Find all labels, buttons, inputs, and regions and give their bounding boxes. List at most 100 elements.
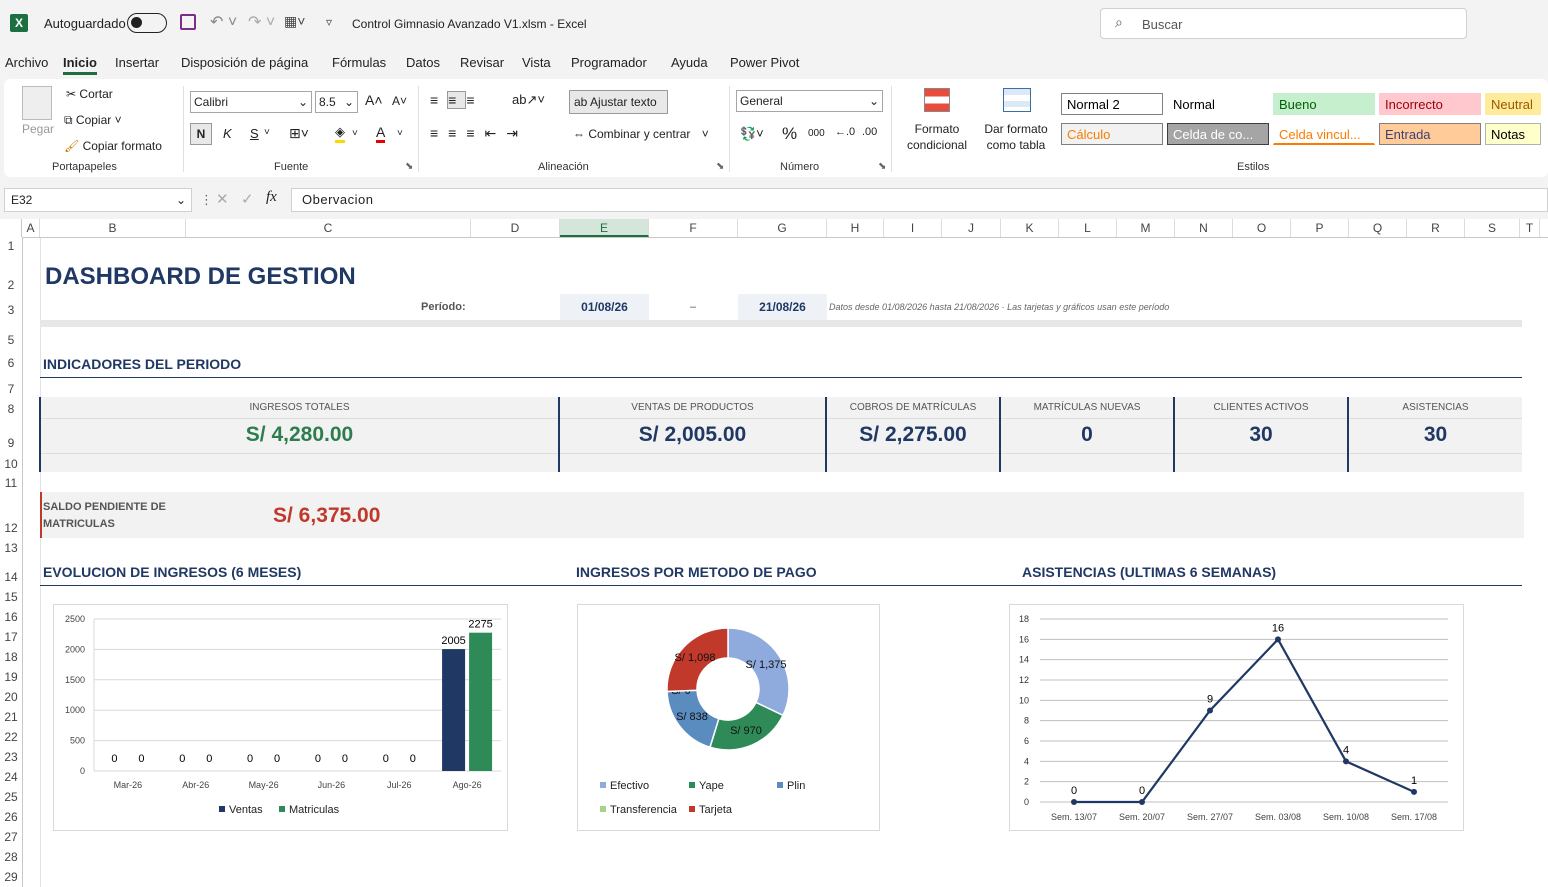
customize-qat-icon[interactable]: ▿ [326, 15, 332, 29]
name-box[interactable]: E32 ⌄ [4, 188, 192, 212]
column-header-S[interactable]: S [1465, 219, 1520, 237]
line-point-1[interactable] [1139, 799, 1145, 805]
row-header-25[interactable]: 25 [0, 790, 22, 804]
row-header-16[interactable]: 16 [0, 610, 22, 624]
merge-center-button[interactable]: ⇔ Combinar y centrar ˅ [573, 127, 709, 141]
bar-ventas-5[interactable] [442, 649, 466, 771]
decrease-decimal-icon[interactable]: .00 [862, 126, 877, 138]
menu-insertar[interactable]: Insertar [115, 55, 159, 70]
column-header-F[interactable]: F [649, 219, 738, 237]
column-header-N[interactable]: N [1175, 219, 1233, 237]
column-header-C[interactable]: C [186, 219, 471, 237]
column-header-I[interactable]: I [884, 219, 942, 237]
thousands-button[interactable]: 000 [808, 128, 825, 139]
column-header-M[interactable]: M [1117, 219, 1175, 237]
paste-button[interactable]: Pegar [22, 122, 54, 136]
shrink-font-icon[interactable]: A˅ [392, 94, 407, 108]
column-header-T[interactable]: T [1520, 219, 1540, 237]
cancel-icon[interactable]: ✕ [216, 190, 229, 208]
underline-dropdown-icon[interactable]: ˅ [264, 127, 270, 138]
date-from-cell[interactable]: 01/08/26 [560, 294, 649, 320]
column-header-P[interactable]: P [1291, 219, 1349, 237]
column-header-J[interactable]: J [942, 219, 1001, 237]
row-header-20[interactable]: 20 [0, 690, 22, 704]
row-header-7[interactable]: 7 [0, 382, 22, 396]
line-point-4[interactable] [1343, 758, 1349, 765]
vertical-align-icons[interactable]: ≡≡≡ [430, 91, 484, 109]
format-as-table-button[interactable]: Dar formato como tabla [979, 121, 1053, 153]
row-header-10[interactable]: 10 [0, 457, 22, 471]
menu-programador[interactable]: Programador [571, 55, 647, 70]
date-to-cell[interactable]: 21/08/26 [738, 294, 827, 320]
menu-datos[interactable]: Datos [406, 55, 440, 70]
paste-icon[interactable] [22, 86, 52, 120]
menu-fórmulas[interactable]: Fórmulas [332, 55, 386, 70]
enter-icon[interactable]: ✓ [241, 190, 254, 208]
cell-style-5[interactable]: Cálculo [1061, 123, 1163, 145]
column-header-H[interactable]: H [827, 219, 884, 237]
row-header-1[interactable]: 1 [0, 239, 22, 253]
row-header-9[interactable]: 9 [0, 436, 22, 450]
underline-button[interactable]: S [250, 126, 259, 141]
font-color-icon[interactable]: A [376, 124, 386, 143]
orientation-icon[interactable]: ab↗˅ [512, 92, 545, 108]
select-all-corner[interactable] [0, 219, 22, 237]
font-color-dropdown-icon[interactable]: ˅ [397, 128, 403, 139]
row-header-29[interactable]: 29 [0, 870, 22, 884]
column-header-K[interactable]: K [1001, 219, 1059, 237]
cell-style-1[interactable]: Normal [1167, 93, 1269, 115]
row-header-6[interactable]: 6 [0, 356, 22, 370]
row-header-11[interactable]: 11 [0, 476, 22, 490]
bar-chart-container[interactable]: 0 500 1000 1500 2000 2500 0 0 Mar-26 0 0 Abr-26 0 0 Ma… [53, 604, 508, 831]
donut-slice-efectivo[interactable] [727, 627, 790, 717]
line-chart-container[interactable]: 0 2 4 6 8 10 12 14 16 18 0 Sem. 13/07 0 Sem. 20/07 9 Se… [1009, 604, 1464, 831]
menu-inicio[interactable]: Inicio [63, 55, 97, 75]
row-header-23[interactable]: 23 [0, 750, 22, 764]
wrap-text-button[interactable]: ab Ajustar texto [569, 90, 668, 114]
percent-button[interactable]: % [782, 124, 797, 144]
font-name-select[interactable]: Calibri ⌄ [190, 91, 312, 113]
line-point-5[interactable] [1411, 788, 1417, 795]
autosave-toggle[interactable] [127, 13, 167, 33]
menu-revisar[interactable]: Revisar [460, 55, 504, 70]
line-point-0[interactable] [1071, 799, 1077, 805]
cell-style-8[interactable]: Entrada [1379, 123, 1481, 145]
cell-style-9[interactable]: Notas [1485, 123, 1541, 145]
row-header-24[interactable]: 24 [0, 770, 22, 784]
undo-icon[interactable]: ↶ ˅ [210, 12, 237, 32]
bold-button[interactable]: N [190, 123, 212, 145]
conditional-format-button[interactable]: Formato condicional [900, 121, 974, 153]
row-header-2[interactable]: 2 [0, 278, 22, 292]
grow-font-icon[interactable]: A˄ [365, 92, 383, 108]
cell-style-3[interactable]: Incorrecto [1379, 93, 1481, 115]
line-point-3[interactable] [1275, 636, 1281, 643]
row-header-28[interactable]: 28 [0, 850, 22, 864]
cell-style-4[interactable]: Neutral [1485, 93, 1541, 115]
alignment-launcher-icon[interactable]: ⬊ [716, 161, 724, 172]
row-header-5[interactable]: 5 [0, 333, 22, 347]
row-header-8[interactable]: 8 [0, 402, 22, 416]
insert-function-icon[interactable]: fx [266, 189, 277, 206]
row-header-26[interactable]: 26 [0, 810, 22, 824]
borders-icon[interactable]: ⊞˅ [289, 125, 309, 142]
row-header-17[interactable]: 17 [0, 630, 22, 644]
column-header-B[interactable]: B [40, 219, 186, 237]
cell-style-7[interactable]: Celda vincul... [1273, 123, 1375, 145]
font-size-select[interactable]: 8.5 ⌄ [315, 91, 358, 113]
row-header-22[interactable]: 22 [0, 730, 22, 744]
increase-decimal-icon[interactable]: ←.0 [835, 126, 855, 138]
format-painter-button[interactable]: 🖌 Copiar formato [64, 139, 162, 153]
column-header-A[interactable]: A [22, 219, 40, 237]
line-point-2[interactable] [1207, 707, 1213, 714]
column-header-E[interactable]: E [560, 219, 649, 237]
column-header-R[interactable]: R [1407, 219, 1465, 237]
menu-archivo[interactable]: Archivo [5, 55, 48, 70]
row-header-3[interactable]: 3 [0, 303, 22, 317]
format-as-table-icon[interactable] [1003, 88, 1031, 112]
menu-disposición-de-página[interactable]: Disposición de página [181, 55, 308, 70]
cell-style-6[interactable]: Celda de co... [1167, 123, 1269, 145]
row-header-19[interactable]: 19 [0, 670, 22, 684]
search-box[interactable]: ⌕ Buscar [1100, 8, 1467, 39]
form-icon[interactable]: ▦˅ [284, 13, 305, 30]
column-header-G[interactable]: G [738, 219, 827, 237]
